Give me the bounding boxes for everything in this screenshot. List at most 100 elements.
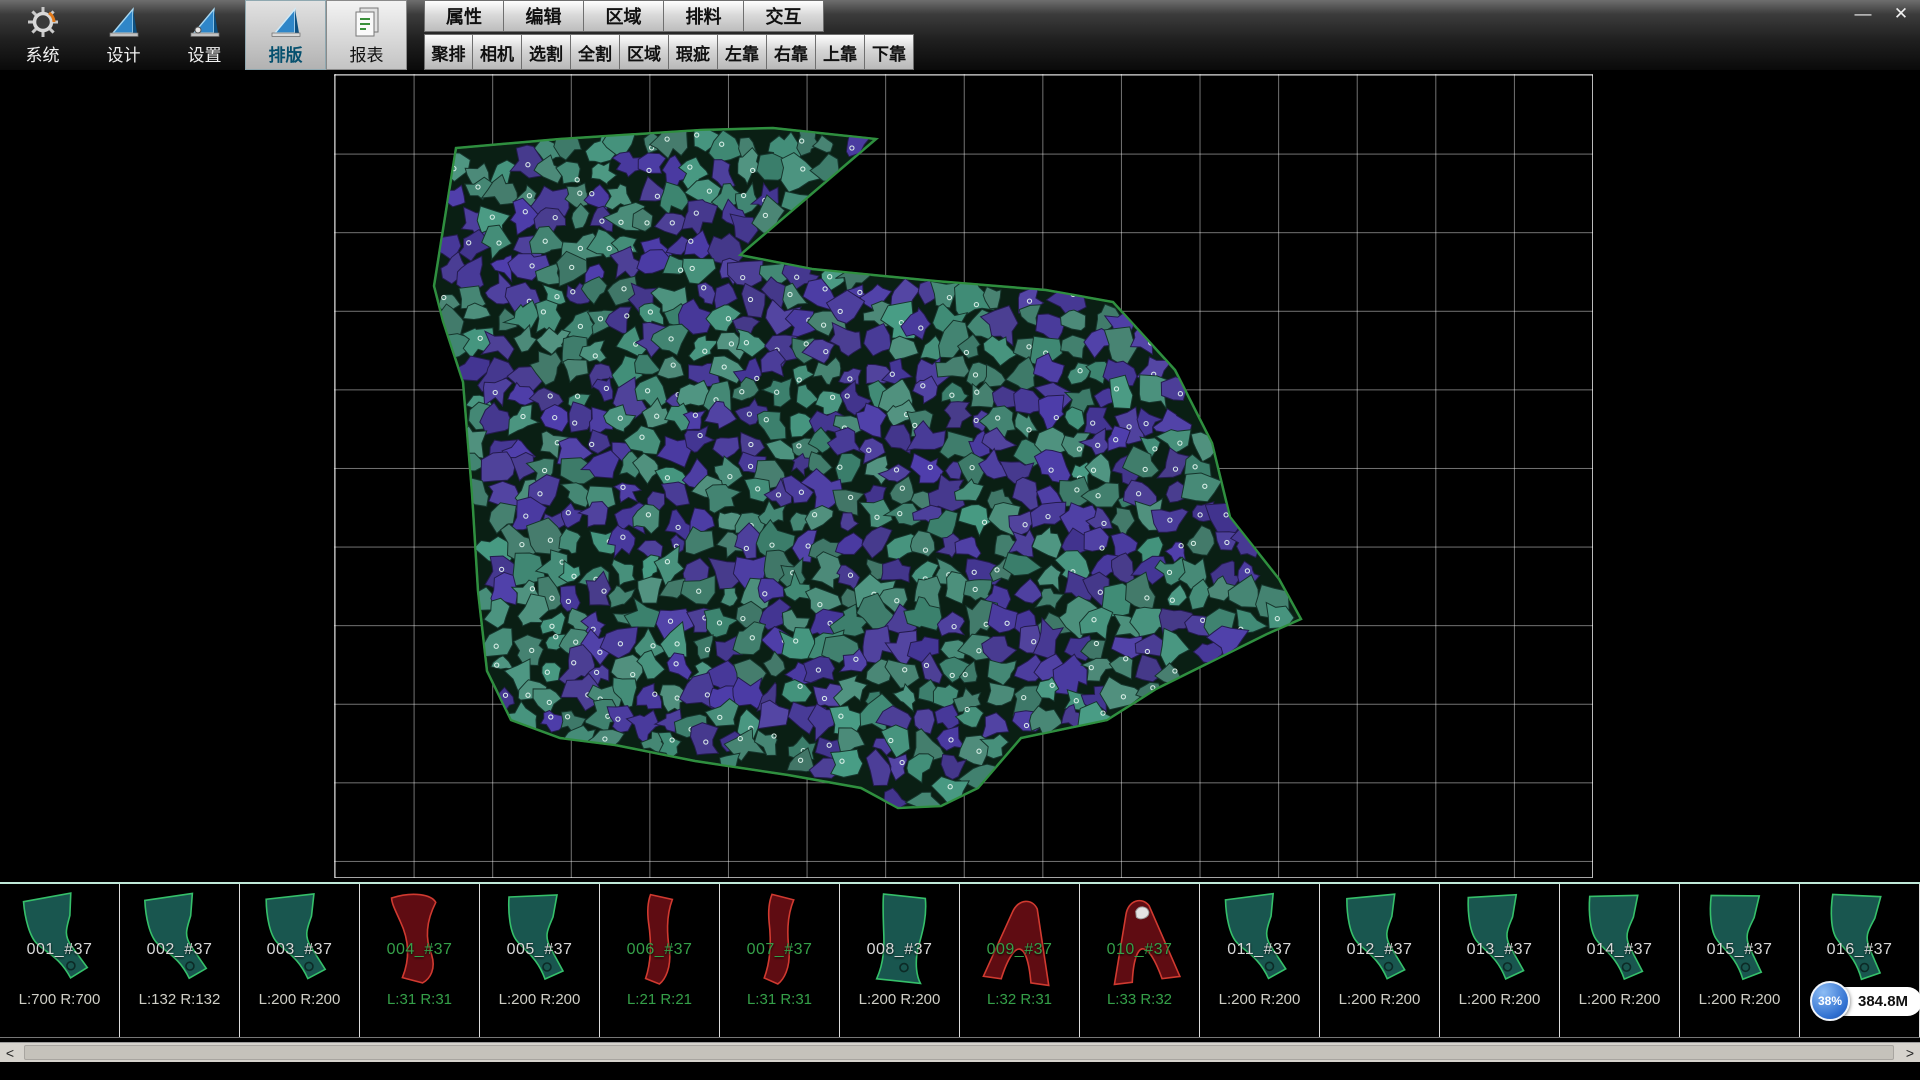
part-thumbnail[interactable]: 004_#37 L:31 R:31 (360, 884, 480, 1037)
scrollbar-thumb[interactable] (24, 1045, 1894, 1060)
tool-button[interactable]: 区域 (620, 34, 669, 70)
part-shape (1454, 890, 1546, 987)
part-lr-count: L:200 R:200 (480, 991, 599, 1008)
part-name: 001_#37 (0, 941, 119, 959)
close-button[interactable]: ✕ (1890, 4, 1912, 24)
part-lr-count: L:700 R:700 (0, 991, 119, 1008)
part-shape (9, 885, 111, 992)
part-lr-count: L:200 R:200 (240, 991, 359, 1008)
settings-button[interactable]: 设置 (164, 0, 245, 70)
part-name: 016_#37 (1800, 941, 1919, 959)
system-button[interactable]: 系统 (2, 0, 83, 70)
part-shape (1811, 887, 1909, 989)
part-thumbnail[interactable]: 005_#37 L:200 R:200 (480, 884, 600, 1037)
part-name: 011_#37 (1200, 941, 1319, 959)
part-shape (969, 885, 1071, 992)
part-shape (613, 889, 706, 987)
window-controls: — ✕ (1852, 4, 1912, 24)
part-shape (1333, 889, 1428, 989)
part-lr-count: L:200 R:200 (1440, 991, 1559, 1008)
part-thumbnail[interactable]: 008_#37 L:200 R:200 (840, 884, 960, 1037)
nesting-canvas[interactable] (0, 70, 1920, 882)
part-shape (252, 888, 348, 989)
design-icon (107, 6, 141, 38)
tool-button[interactable]: 左靠 (718, 34, 767, 70)
part-shape (1090, 886, 1191, 991)
menu-tab[interactable]: 区域 (584, 0, 664, 32)
tool-button[interactable]: 瑕疵 (669, 34, 718, 70)
part-name: 007_#37 (720, 941, 839, 959)
design-button[interactable]: 设计 (83, 0, 164, 70)
tool-button[interactable]: 聚排 (424, 34, 473, 70)
part-lr-count: L:200 R:200 (1320, 991, 1439, 1008)
part-name: 005_#37 (480, 941, 599, 959)
part-lr-count: L:31 R:31 (720, 991, 839, 1008)
part-lr-count: L:32 R:31 (960, 991, 1079, 1008)
part-shape (1574, 890, 1666, 987)
memory-badge[interactable]: 38% 384.8M (1810, 981, 1920, 1021)
scroll-left-arrow[interactable]: < (0, 1043, 20, 1063)
app-window: 系统 设计 设置 排版 报表 属性编辑区域排料交互 聚排相机选割全割区域瑕疵左靠… (0, 0, 1920, 1080)
toolbar-button-label: 设计 (107, 41, 141, 66)
part-lr-count: L:132 R:132 (120, 991, 239, 1008)
part-thumbnail[interactable]: 003_#37 L:200 R:200 (240, 884, 360, 1037)
menu-tab[interactable]: 排料 (664, 0, 744, 32)
layout-button[interactable]: 排版 (245, 0, 326, 70)
part-shape (130, 887, 229, 991)
part-name: 008_#37 (840, 941, 959, 959)
top-toolbar: 系统 设计 设置 排版 报表 属性编辑区域排料交互 聚排相机选割全割区域瑕疵左靠… (0, 0, 1920, 70)
menu-tab[interactable]: 交互 (744, 0, 824, 32)
leather-hide[interactable] (335, 75, 1592, 877)
menu-tab[interactable]: 属性 (424, 0, 504, 32)
part-lr-count: L:33 R:32 (1080, 991, 1199, 1008)
part-thumbnail[interactable]: 001_#37 L:700 R:700 (0, 884, 120, 1037)
scroll-right-arrow[interactable]: > (1900, 1043, 1920, 1063)
progress-circle[interactable]: 38% (1810, 981, 1850, 1021)
part-lr-count: L:200 R:200 (1680, 991, 1799, 1008)
menu-tab[interactable]: 编辑 (504, 0, 584, 32)
tool-button[interactable]: 上靠 (816, 34, 865, 70)
minimize-button[interactable]: — (1852, 4, 1874, 24)
tool-button[interactable]: 相机 (473, 34, 522, 70)
part-thumbnail[interactable]: 009_#37 L:32 R:31 (960, 884, 1080, 1037)
part-thumbnail[interactable]: 012_#37 L:200 R:200 (1320, 884, 1440, 1037)
part-thumbnail[interactable]: 015_#37 L:200 R:200 (1680, 884, 1800, 1037)
part-thumbnail[interactable]: 006_#37 L:21 R:21 (600, 884, 720, 1037)
part-name: 003_#37 (240, 941, 359, 959)
gear-icon (27, 6, 59, 38)
part-name: 009_#37 (960, 941, 1079, 959)
part-shape (850, 887, 949, 991)
part-thumbnail[interactable]: 007_#37 L:31 R:31 (720, 884, 840, 1037)
part-lr-count: L:200 R:200 (1560, 991, 1679, 1008)
part-name: 014_#37 (1560, 941, 1679, 959)
toolbar-button-label: 排版 (269, 41, 303, 66)
part-name: 013_#37 (1440, 941, 1559, 959)
part-shape (495, 891, 585, 986)
part-shape (732, 888, 828, 989)
part-name: 012_#37 (1320, 941, 1439, 959)
part-shape (373, 889, 466, 987)
part-lr-count: L:31 R:31 (360, 991, 479, 1008)
tool-button[interactable]: 右靠 (767, 34, 816, 70)
part-name: 010_#37 (1080, 941, 1199, 959)
part-thumbnail[interactable]: 013_#37 L:200 R:200 (1440, 884, 1560, 1037)
part-name: 006_#37 (600, 941, 719, 959)
tool-button-row: 聚排相机选割全割区域瑕疵左靠右靠上靠下靠 (424, 34, 914, 70)
settings-icon (188, 6, 222, 38)
canvas-grid[interactable] (334, 74, 1593, 878)
part-thumbnail[interactable]: 014_#37 L:200 R:200 (1560, 884, 1680, 1037)
part-thumbnail[interactable]: 002_#37 L:132 R:132 (120, 884, 240, 1037)
tool-button[interactable]: 全割 (571, 34, 620, 70)
tool-button[interactable]: 下靠 (865, 34, 914, 70)
part-thumbnail[interactable]: 011_#37 L:200 R:200 (1200, 884, 1320, 1037)
part-lr-count: L:200 R:200 (1200, 991, 1319, 1008)
part-name: 002_#37 (120, 941, 239, 959)
part-name: 004_#37 (360, 941, 479, 959)
report-button[interactable]: 报表 (326, 0, 407, 70)
part-lr-count: L:200 R:200 (840, 991, 959, 1008)
toolbar-button-label: 报表 (350, 41, 384, 66)
tool-button[interactable]: 选割 (522, 34, 571, 70)
horizontal-scrollbar[interactable]: < > (0, 1042, 1920, 1062)
toolbar-button-label: 设置 (188, 41, 222, 66)
part-thumbnail[interactable]: 010_#37 L:33 R:32 (1080, 884, 1200, 1037)
